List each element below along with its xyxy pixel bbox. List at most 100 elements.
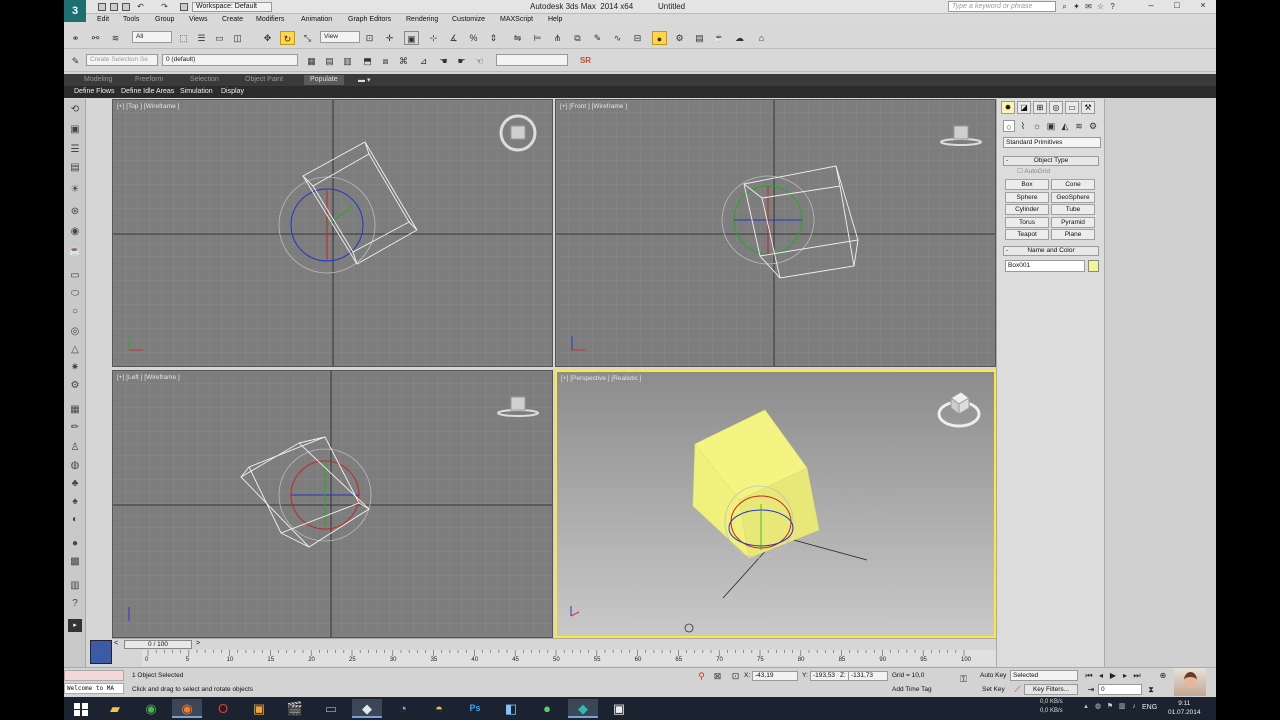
helpers-category-icon[interactable]: ◭	[1059, 120, 1071, 132]
tray-app-icon[interactable]: ◍	[1094, 703, 1102, 711]
scale-icon[interactable]: ⤡	[300, 31, 315, 45]
tree-tool-icon[interactable]: ♠	[68, 495, 82, 508]
grid-tool-icon[interactable]: ▩	[68, 555, 82, 568]
key-filters-button[interactable]: Key Filters...	[1024, 684, 1078, 695]
render-production-icon[interactable]: ☕	[712, 31, 727, 45]
name-and-color-rollout[interactable]: - Name and Color	[1003, 246, 1099, 256]
bind-space-warp-icon[interactable]: ≋	[108, 31, 123, 45]
viewport-left[interactable]: [+] [Left ] [Wireframe ]	[112, 370, 553, 638]
selection-lock-icon[interactable]: ⊠	[710, 669, 725, 683]
capture-app-icon[interactable]: ▣	[604, 699, 634, 718]
photoshop-icon[interactable]: Ps	[460, 699, 490, 718]
messenger-icon[interactable]: ●	[532, 699, 562, 718]
menu-tools[interactable]: Tools	[123, 16, 139, 23]
clock[interactable]: 9:11 01.07.2014	[1168, 699, 1201, 717]
globe-tool-icon[interactable]: ◍	[68, 459, 82, 472]
systems-category-icon[interactable]: ⚙	[1087, 120, 1099, 132]
sync-app-icon[interactable]: ◔	[388, 699, 418, 718]
select-hand-icon[interactable]: ☚	[436, 54, 451, 68]
mirror-icon[interactable]: ⇋	[510, 31, 525, 45]
angle-snap-icon[interactable]: ∡	[446, 31, 461, 45]
viewport-perspective[interactable]: [+] [Perspective ] [Realistic ]	[555, 370, 996, 638]
rotate-view-icon[interactable]: ⟲	[68, 103, 82, 116]
tray-network-icon[interactable]: ▥	[1118, 703, 1126, 711]
normal-align-icon[interactable]: ⊿	[416, 54, 431, 68]
time-slider-handle[interactable]: 0 / 100	[124, 640, 192, 649]
rotate-icon[interactable]: ↻	[280, 31, 295, 45]
material-editor-icon[interactable]: ●	[652, 31, 667, 45]
tab-modeling[interactable]: Modeling	[84, 76, 112, 83]
plane-button[interactable]: Plane	[1051, 229, 1095, 240]
viewport-left-label[interactable]: [+] [Left ] [Wireframe ]	[117, 374, 180, 381]
document-tool-icon[interactable]: ▥	[68, 579, 82, 592]
menu-group[interactable]: Group	[155, 16, 174, 23]
render-iterative-icon[interactable]: ☁	[732, 31, 747, 45]
menu-animation[interactable]: Animation	[301, 16, 332, 23]
pan-hand-icon[interactable]: ☛	[454, 54, 469, 68]
sphere-button[interactable]: Sphere	[1005, 192, 1049, 203]
search-input[interactable]: Type a keyword or phrase	[948, 1, 1056, 12]
cone-tool-icon[interactable]: △	[68, 343, 82, 356]
select-object-icon[interactable]: ⬚	[176, 31, 191, 45]
display-button[interactable]: Display	[221, 88, 244, 95]
current-frame-field[interactable]: 0	[1098, 684, 1142, 695]
light-tool-icon[interactable]: ☀	[68, 183, 82, 196]
workspace-dropdown[interactable]: Workspace: Default	[192, 2, 272, 12]
go-to-start-icon[interactable]: ⏮	[1084, 671, 1094, 681]
tab-populate[interactable]: Populate	[304, 75, 344, 85]
auto-key-button[interactable]: Auto Key	[980, 672, 1006, 679]
list-tool-icon[interactable]: ☰	[68, 143, 82, 156]
opera-icon[interactable]: O	[208, 699, 238, 718]
selection-filter-dropdown[interactable]: All	[132, 31, 172, 43]
motion-tab-icon[interactable]: ◎	[1049, 101, 1063, 114]
menu-modifiers[interactable]: Modifiers	[256, 16, 284, 23]
object-color-swatch[interactable]	[1088, 260, 1099, 272]
ball-tool-icon[interactable]: ●	[68, 537, 82, 550]
object-name-field[interactable]: Box001	[1005, 260, 1085, 272]
menu-create[interactable]: Create	[222, 16, 243, 23]
viewport-top[interactable]: [+] [Top ] [Wireframe ]	[112, 99, 553, 367]
paint-tool-icon[interactable]: ✏	[68, 421, 82, 434]
slider-next-icon[interactable]: >	[196, 640, 200, 647]
state-sets-icon[interactable]: SR	[578, 54, 593, 68]
next-frame-icon[interactable]: ▸	[1120, 671, 1130, 681]
move-icon[interactable]: ✥	[260, 31, 275, 45]
viewport-top-label[interactable]: [+] [Top ] [Wireframe ]	[117, 103, 179, 110]
menu-customize[interactable]: Customize	[452, 16, 485, 23]
windows-start-icon[interactable]	[66, 699, 96, 718]
graphite-tools-icon[interactable]: ✎	[590, 31, 605, 45]
render-online-icon[interactable]: ⌂	[754, 31, 769, 45]
brick-tool-icon[interactable]: ▦	[68, 403, 82, 416]
window-crossing-icon[interactable]: ◫	[230, 31, 245, 45]
snaps-toggle-icon[interactable]: ⊹	[426, 31, 441, 45]
file-explorer-icon[interactable]: ▰	[100, 699, 130, 718]
set-current-layer-icon[interactable]: ⬒	[360, 54, 375, 68]
tube-button[interactable]: Tube	[1051, 204, 1095, 215]
tab-freeform[interactable]: Freeform	[135, 76, 163, 83]
tray-flag-icon[interactable]: ⚑	[1106, 703, 1114, 711]
named-selection-set-input[interactable]: Create Selection Se	[86, 54, 158, 66]
primitive-category-dropdown[interactable]: Standard Primitives	[1003, 137, 1101, 148]
lights-category-icon[interactable]: ☼	[1031, 120, 1043, 132]
plant-tool-icon[interactable]: ♣	[68, 477, 82, 490]
edit-named-selection-icon[interactable]: ✎	[68, 54, 83, 68]
select-in-layer-icon[interactable]: ▥	[340, 54, 355, 68]
tray-expand-icon[interactable]: ▴	[1082, 703, 1090, 711]
simulation-button[interactable]: Simulation	[180, 88, 213, 95]
play-icon[interactable]: ▶	[1108, 671, 1118, 681]
object-type-rollout[interactable]: - Object Type	[1003, 156, 1099, 166]
tab-selection[interactable]: Selection	[190, 76, 219, 83]
gear-tool-icon[interactable]: ⚙	[68, 379, 82, 392]
close-button[interactable]: ×	[1190, 0, 1216, 12]
utilities-tab-icon[interactable]: ⚒	[1081, 101, 1095, 114]
key-mode-toggle-icon[interactable]: ⇥	[1086, 685, 1096, 695]
unlink-icon[interactable]: ⚯	[88, 31, 103, 45]
redo-icon[interactable]: ↷	[160, 2, 169, 11]
zoom-extents-icon[interactable]: ⊕	[1158, 671, 1168, 681]
scene-explorer-icon[interactable]: ⋔	[550, 31, 565, 45]
firefox-icon[interactable]: ◉	[172, 699, 202, 718]
teapot-button[interactable]: Teapot	[1005, 229, 1049, 240]
input-language[interactable]: ENG	[1142, 704, 1157, 711]
spinner-snap-icon[interactable]: ⇕	[486, 31, 501, 45]
plane-tool-icon[interactable]: ▭	[68, 269, 82, 282]
